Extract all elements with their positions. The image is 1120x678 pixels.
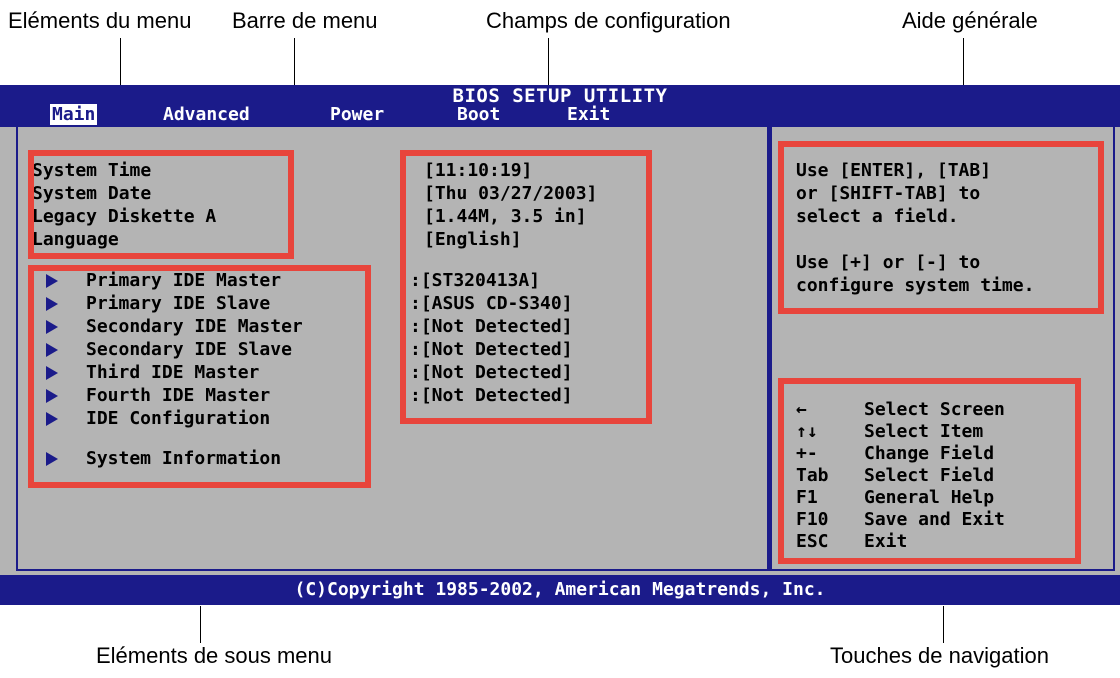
annotation-general-help: Aide générale xyxy=(902,8,1038,33)
highlight-general-help xyxy=(778,141,1104,314)
tab-boot[interactable]: Boot xyxy=(457,104,500,125)
menu-bar: BIOS SETUP UTILITY Main Advanced Power B… xyxy=(0,85,1120,127)
copyright-footer: (C)Copyright 1985-2002, American Megatre… xyxy=(0,575,1120,605)
annotation-menu-items: Eléments du menu xyxy=(8,8,192,33)
highlight-menu-items xyxy=(28,150,294,259)
annotation-submenu-items: Eléments de sous menu xyxy=(96,643,333,668)
tab-power[interactable]: Power xyxy=(330,104,384,125)
annotation-menu-bar: Barre de menu xyxy=(232,8,378,33)
highlight-submenu-items xyxy=(28,265,371,488)
tab-advanced[interactable]: Advanced xyxy=(163,104,250,125)
tab-exit[interactable]: Exit xyxy=(567,104,610,125)
highlight-config-fields xyxy=(400,150,652,424)
annotation-nav-keys: Touches de navigation xyxy=(830,643,1049,668)
bios-screen: BIOS SETUP UTILITY Main Advanced Power B… xyxy=(0,85,1120,606)
highlight-nav-keys xyxy=(778,378,1081,564)
annotation-config-fields: Champs de configuration xyxy=(486,8,731,33)
tab-main[interactable]: Main xyxy=(50,104,98,125)
bios-body: System Time System Date Legacy Diskette … xyxy=(0,127,1120,575)
